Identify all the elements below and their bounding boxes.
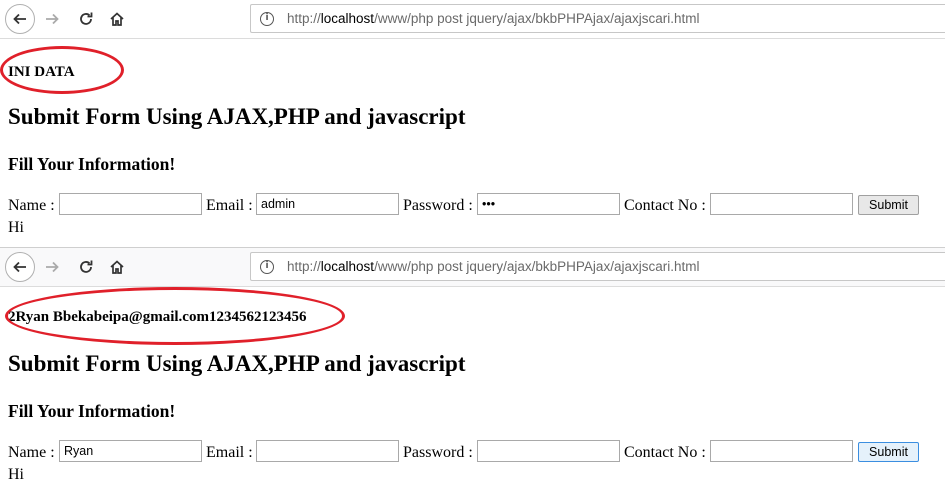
back-arrow-icon	[13, 13, 26, 25]
password-label: Password :	[403, 444, 473, 461]
back-button[interactable]	[5, 252, 35, 282]
back-button[interactable]	[5, 4, 35, 34]
email-input[interactable]	[256, 440, 399, 462]
submit-button[interactable]: Submit	[858, 442, 919, 462]
email-label: Email :	[206, 444, 253, 461]
password-input[interactable]	[477, 440, 620, 462]
response-text: Hi	[8, 219, 24, 236]
password-input[interactable]	[477, 193, 620, 215]
result-output: 2Ryan Bbekabeipa@gmail.com1234562123456	[8, 309, 307, 325]
url-bar[interactable]: i http://localhost/www/php post jquery/a…	[250, 4, 945, 33]
reload-button[interactable]	[72, 5, 100, 33]
url-host: localhost	[320, 259, 375, 274]
home-icon	[110, 260, 124, 274]
form-subtitle: Fill Your Information!	[8, 154, 176, 174]
url-host: localhost	[320, 11, 375, 26]
home-icon	[110, 12, 124, 26]
info-icon[interactable]: i	[260, 259, 274, 274]
url-path: /www/php post jquery/ajax/bkbPHPAjax/aja…	[374, 11, 700, 26]
browser-toolbar: i http://localhost/www/php post jquery/a…	[0, 247, 945, 287]
forward-button[interactable]	[38, 5, 66, 33]
browser-window-1: i http://localhost/www/php post jquery/a…	[0, 0, 945, 247]
reload-icon	[80, 12, 93, 25]
forward-button[interactable]	[38, 253, 66, 281]
info-icon[interactable]: i	[260, 11, 274, 26]
contact-input[interactable]	[710, 440, 853, 462]
url-scheme: http://	[287, 259, 321, 274]
contact-label: Contact No :	[624, 197, 706, 214]
page-title: Submit Form Using AJAX,PHP and javascrip…	[8, 104, 466, 129]
name-label: Name :	[8, 444, 55, 461]
url-bar[interactable]: i http://localhost/www/php post jquery/a…	[250, 252, 945, 281]
email-label: Email :	[206, 197, 253, 214]
back-arrow-icon	[13, 261, 26, 273]
form-subtitle: Fill Your Information!	[8, 401, 176, 421]
result-output: INI DATA	[8, 64, 75, 80]
home-button[interactable]	[103, 5, 131, 33]
name-label: Name :	[8, 197, 55, 214]
reload-icon	[80, 260, 93, 273]
contact-input[interactable]	[710, 193, 853, 215]
password-label: Password :	[403, 197, 473, 214]
name-input[interactable]	[59, 440, 202, 462]
page-title: Submit Form Using AJAX,PHP and javascrip…	[8, 351, 466, 376]
reload-button[interactable]	[72, 253, 100, 281]
url-path: /www/php post jquery/ajax/bkbPHPAjax/aja…	[374, 259, 700, 274]
email-input[interactable]	[256, 193, 399, 215]
url-scheme: http://	[287, 11, 321, 26]
browser-window-2: i http://localhost/www/php post jquery/a…	[0, 247, 945, 494]
forward-arrow-icon	[46, 261, 59, 273]
browser-toolbar: i http://localhost/www/php post jquery/a…	[0, 0, 945, 39]
forward-arrow-icon	[46, 13, 59, 25]
home-button[interactable]	[103, 253, 131, 281]
submit-button[interactable]: Submit	[858, 195, 919, 215]
contact-label: Contact No :	[624, 444, 706, 461]
name-input[interactable]	[59, 193, 202, 215]
response-text: Hi	[8, 466, 24, 483]
